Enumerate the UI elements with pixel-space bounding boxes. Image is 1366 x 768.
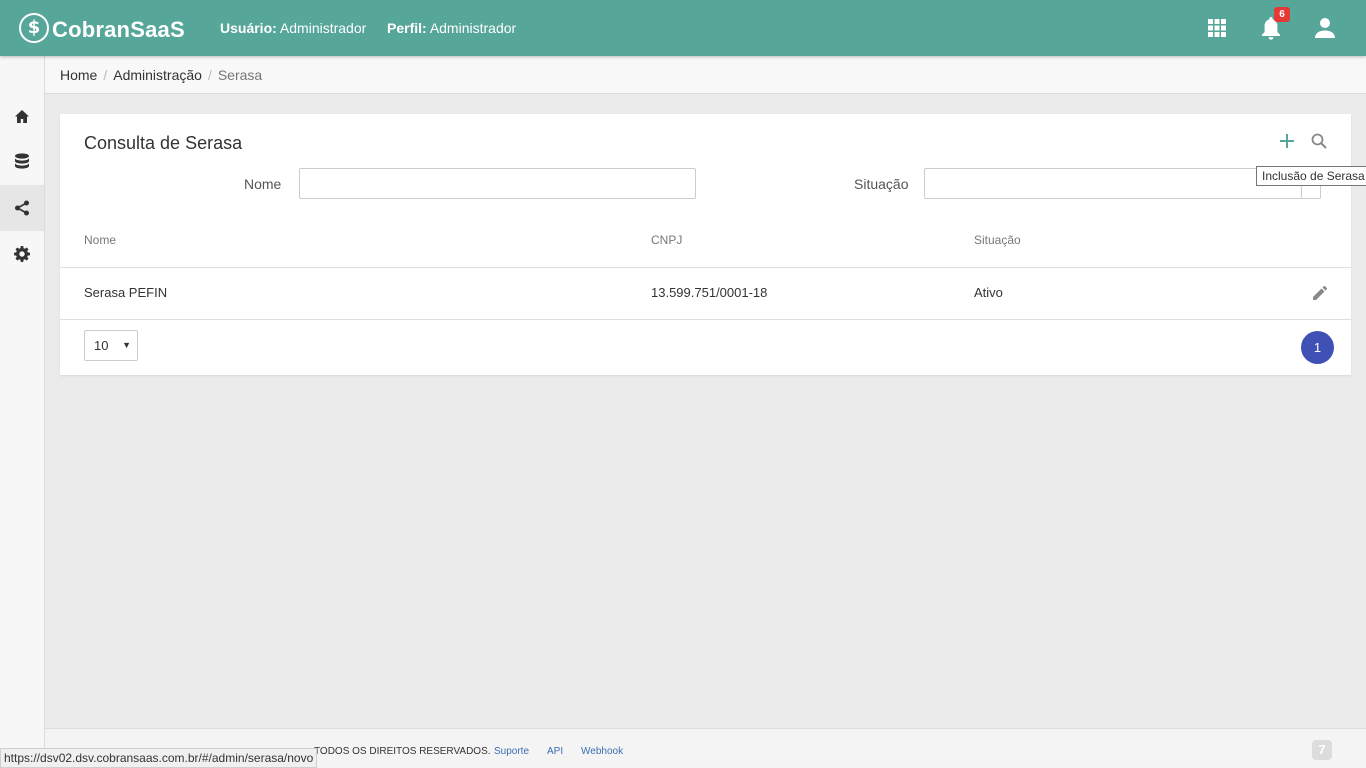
footer-rights: TODOS OS DIREITOS RESERVADOS. bbox=[314, 746, 491, 757]
user-info: Usuário: Administrador bbox=[220, 20, 366, 36]
share-icon bbox=[15, 200, 29, 216]
footer-link-webhook[interactable]: Webhook bbox=[581, 746, 623, 757]
search-button[interactable] bbox=[1308, 130, 1330, 152]
column-header-situacao[interactable]: Situação bbox=[974, 233, 1021, 247]
nome-label: Nome bbox=[244, 176, 282, 192]
user-value: Administrador bbox=[279, 20, 367, 36]
cell-cnpj: 13.599.751/0001-18 bbox=[651, 285, 768, 300]
top-bar: $ CobranSaaS Usuário: Administrador Perf… bbox=[0, 0, 1366, 56]
situacao-label: Situação bbox=[854, 176, 909, 192]
sidebar-item-share[interactable] bbox=[0, 185, 44, 231]
breadcrumb-separator: / bbox=[207, 66, 212, 83]
home-icon bbox=[15, 109, 29, 123]
add-tooltip: Inclusão de Serasa bbox=[1256, 166, 1366, 186]
table-row-divider bbox=[60, 319, 1351, 320]
notification-badge: 6 bbox=[1274, 7, 1290, 22]
footer-link-api[interactable]: API bbox=[547, 746, 563, 757]
table-header-divider bbox=[60, 267, 1351, 268]
search-icon bbox=[1311, 133, 1327, 149]
breadcrumb-separator: / bbox=[103, 66, 108, 83]
breadcrumb-serasa: Serasa bbox=[217, 66, 263, 83]
plus-icon bbox=[1280, 134, 1294, 148]
serasa-card: Consulta de Serasa Nome Situação Nome CN… bbox=[60, 114, 1351, 375]
add-button[interactable] bbox=[1276, 130, 1298, 152]
breadcrumb-home[interactable]: Home bbox=[60, 67, 97, 83]
cell-nome: Serasa PEFIN bbox=[84, 285, 168, 300]
edit-button[interactable] bbox=[1313, 286, 1329, 302]
sidebar bbox=[0, 56, 45, 768]
breadcrumb: Home / Administração / Serasa bbox=[45, 56, 1366, 94]
sidebar-item-home[interactable] bbox=[0, 93, 44, 139]
database-icon bbox=[15, 153, 29, 169]
page-size-value: 10 bbox=[94, 338, 109, 353]
breadcrumb-administracao[interactable]: Administração bbox=[113, 67, 202, 83]
logo-mark: $ bbox=[19, 12, 49, 43]
profile-label: Perfil: bbox=[387, 20, 427, 36]
user-account-icon[interactable] bbox=[1311, 14, 1339, 42]
sidebar-item-database[interactable] bbox=[0, 139, 44, 185]
column-header-nome[interactable]: Nome bbox=[84, 233, 116, 247]
pencil-icon bbox=[1313, 286, 1327, 300]
status-bar-url: https://dsv02.dsv.cobransaas.com.br/#/ad… bbox=[0, 748, 318, 768]
footer-link-suporte[interactable]: Suporte bbox=[494, 746, 529, 757]
dropdown-arrow-icon: ▼ bbox=[122, 340, 131, 350]
page-size-select[interactable]: 10 ▼ bbox=[84, 330, 138, 361]
page-title: Consulta de Serasa bbox=[84, 133, 243, 153]
profile-value: Administrador bbox=[429, 20, 517, 36]
apps-grid-icon[interactable] bbox=[1203, 14, 1231, 42]
cell-situacao: Ativo bbox=[974, 285, 1003, 300]
user-label: Usuário: bbox=[220, 20, 277, 36]
column-header-cnpj[interactable]: CNPJ bbox=[651, 233, 682, 247]
gear-icon bbox=[14, 246, 30, 262]
sidebar-item-settings[interactable] bbox=[0, 231, 44, 277]
nome-input[interactable] bbox=[299, 168, 696, 199]
profile-info: Perfil: Administrador bbox=[387, 20, 516, 36]
pagination-page-button[interactable]: 1 bbox=[1301, 331, 1334, 364]
logo-text: CobranSaaS bbox=[52, 17, 185, 42]
footer-logo: 7 bbox=[1312, 740, 1332, 760]
app-logo[interactable]: $ CobranSaaS bbox=[19, 12, 185, 43]
